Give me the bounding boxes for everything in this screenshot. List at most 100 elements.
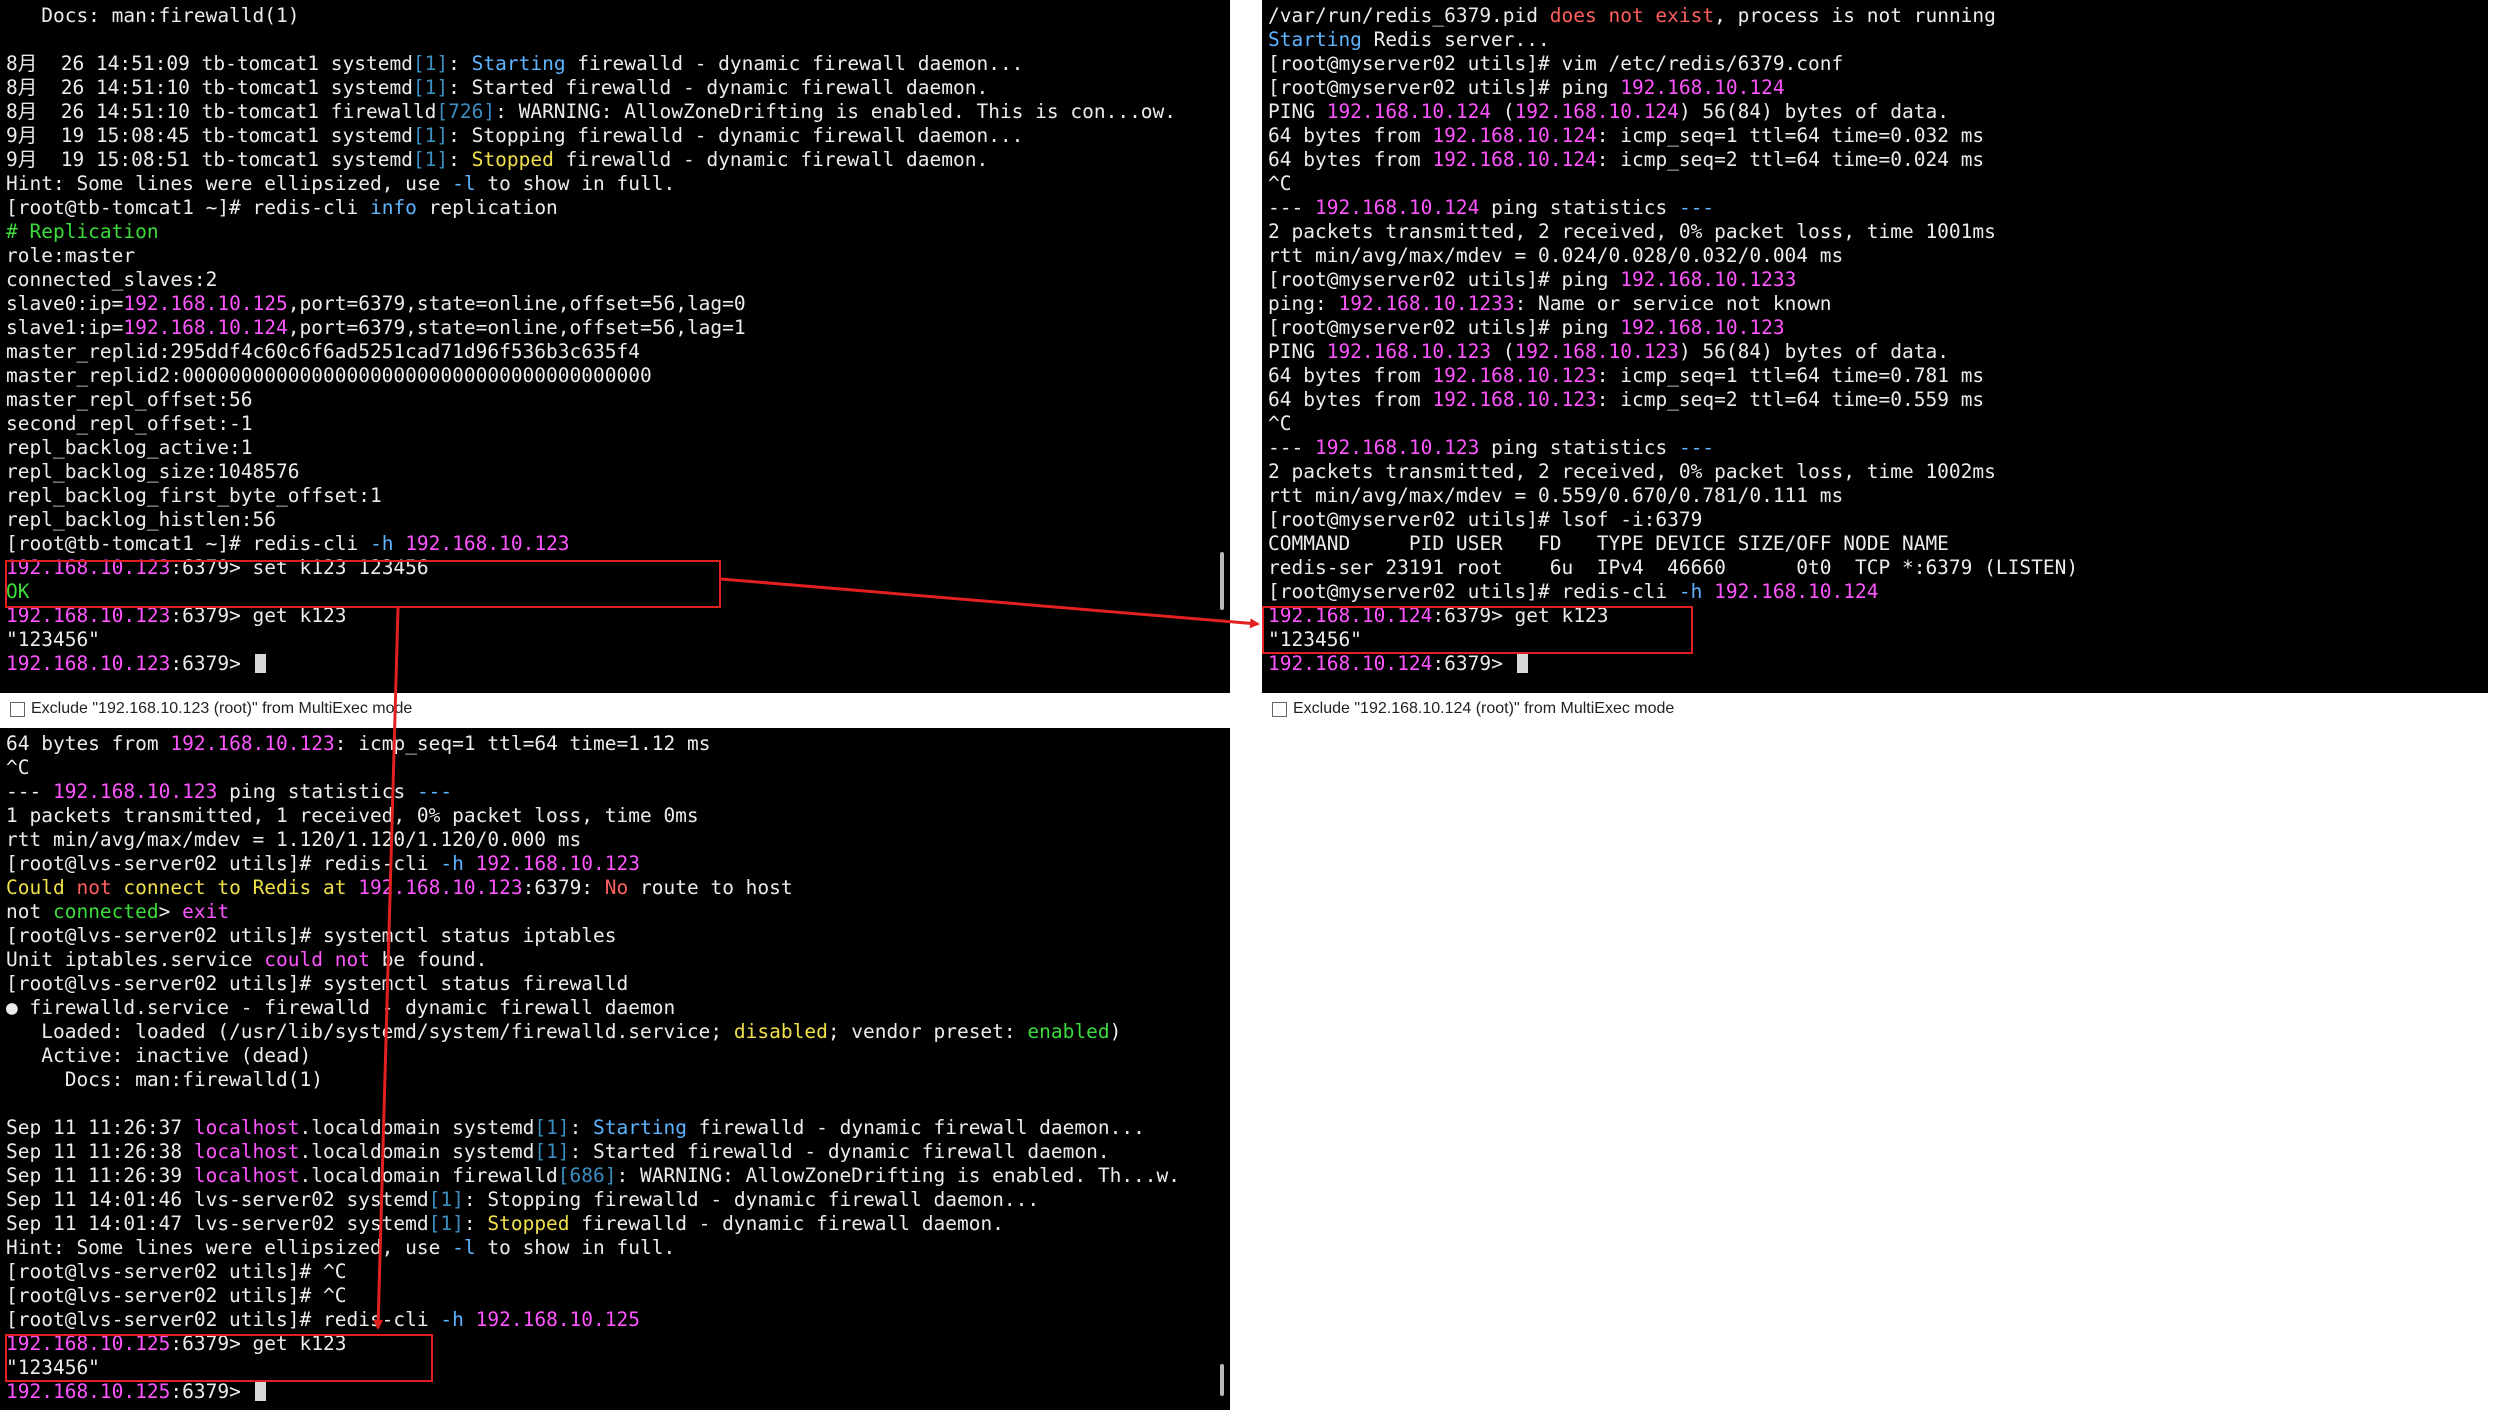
terminal-text: [root@lvs-server02 utils]# redis-cli: [6, 1308, 441, 1331]
terminal-text: Loaded: loaded (/usr/lib/systemd/system/…: [6, 1020, 734, 1043]
terminal-text: -h: [440, 852, 464, 875]
exclude-multiexec-123[interactable]: Exclude "192.168.10.123 (root)" from Mul…: [10, 696, 412, 722]
terminal-text: : icmp_seq=2 ttl=64 time=0.559 ms: [1596, 388, 1985, 411]
exclude-multiexec-124[interactable]: Exclude "192.168.10.124 (root)" from Mul…: [1272, 696, 1674, 722]
terminal-text: [1]: [412, 76, 449, 99]
scrollbar[interactable]: [1204, 0, 1230, 693]
terminal-pane-bottom-left[interactable]: 64 bytes from 192.168.10.123: icmp_seq=1…: [0, 728, 1230, 1410]
terminal-line: master_replid2:0000000000000000000000000…: [6, 364, 1204, 388]
terminal-output[interactable]: Docs: man:firewalld(1) 8月 26 14:51:09 tb-…: [0, 0, 1204, 693]
terminal-text: ,port=6379,state=online,offset=56,lag=1: [287, 316, 746, 339]
terminal-text: Active: inactive (dead): [6, 1044, 312, 1067]
terminal-line: repl_backlog_first_byte_offset:1: [6, 484, 1204, 508]
terminal-text: redis-ser 23191 root 6u IPv4 46660 0t0 T…: [1268, 556, 2079, 579]
terminal-text: 192.168.10.124: [1514, 100, 1679, 123]
terminal-text: :6379:: [522, 876, 605, 899]
terminal-text: : icmp_seq=1 ttl=64 time=0.781 ms: [1596, 364, 1985, 387]
terminal-line: COMMAND PID USER FD TYPE DEVICE SIZE/OFF…: [1268, 532, 2462, 556]
terminal-line: master_replid:295ddf4c60c6f6ad5251cad71d…: [6, 340, 1204, 364]
terminal-line: 9月 19 15:08:51 tb-tomcat1 systemd[1]: St…: [6, 148, 1204, 172]
terminal-text: .localdomain firewalld: [299, 1164, 558, 1187]
terminal-pane-top-right[interactable]: /var/run/redis_6379.pid does not exist, …: [1262, 0, 2488, 693]
terminal-line: # Replication: [6, 220, 1204, 244]
terminal-line: 192.168.10.125:6379>: [6, 1380, 1204, 1404]
terminal-pane-top-left[interactable]: Docs: man:firewalld(1) 8月 26 14:51:09 tb-…: [0, 0, 1230, 693]
terminal-text: 192.168.10.123: [6, 652, 171, 675]
terminal-line: slave0:ip=192.168.10.125,port=6379,state…: [6, 292, 1204, 316]
terminal-line: Docs: man:firewalld(1): [6, 1068, 1204, 1092]
terminal-text: "123456": [6, 628, 100, 651]
terminal-text: Redis server...: [1361, 28, 1550, 51]
terminal-text: :: [448, 52, 472, 75]
terminal-text: 192.168.10.123: [6, 604, 171, 627]
terminal-text: : Name or service not known: [1514, 292, 1832, 315]
terminal-line: 192.168.10.124:6379>: [1268, 652, 2462, 676]
terminal-line: --- 192.168.10.123 ping statistics ---: [6, 780, 1204, 804]
terminal-text: ; vendor preset:: [827, 1020, 1028, 1043]
terminal-text: 192.168.10.124: [1620, 76, 1785, 99]
scrollbar-thumb[interactable]: [1220, 552, 1224, 610]
terminal-text: ping statistics: [1479, 436, 1679, 459]
terminal-line: Hint: Some lines were ellipsized, use -l…: [6, 172, 1204, 196]
terminal-text: 192.168.10.124: [1268, 652, 1433, 675]
terminal-line: not connected> exit: [6, 900, 1204, 924]
terminal-text: 192.168.10.123: [52, 780, 218, 803]
terminal-text: "123456": [1268, 628, 1362, 651]
terminal-text: second_repl_offset:-1: [6, 412, 253, 435]
terminal-line: 64 bytes from 192.168.10.124: icmp_seq=2…: [1268, 148, 2462, 172]
terminal-text: : WARNING: AllowZoneDrifting is enabled.…: [616, 1164, 1181, 1187]
terminal-text: ---: [1678, 196, 1715, 219]
terminal-text: firewalld - dynamic firewall daemon.: [569, 1212, 1004, 1235]
terminal-text: [root@myserver02 utils]# ping: [1268, 268, 1621, 291]
scrollbar[interactable]: [2462, 0, 2488, 693]
terminal-text: 192.168.10.124: [1714, 580, 1879, 603]
terminal-text: PING: [1268, 340, 1327, 363]
terminal-cursor: [254, 1382, 266, 1401]
terminal-text: be found.: [369, 948, 488, 971]
terminal-line: 192.168.10.123:6379> get k123: [6, 604, 1204, 628]
terminal-text: [1]: [534, 1140, 570, 1163]
terminal-line: ● firewalld.service - firewalld - dynami…: [6, 996, 1204, 1020]
terminal-text: COMMAND PID USER FD TYPE DEVICE SIZE/OFF…: [1268, 532, 1949, 555]
exclude-label: Exclude "192.168.10.123 (root)" from Mul…: [31, 700, 413, 717]
scrollbar[interactable]: [1204, 728, 1230, 1410]
terminal-output[interactable]: 64 bytes from 192.168.10.123: icmp_seq=1…: [0, 728, 1204, 1410]
terminal-text: Sep 11 11:26:39: [6, 1164, 194, 1187]
terminal-text: 8月 26 14:51:09 tb-tomcat1 systemd: [6, 52, 413, 75]
scrollbar-thumb[interactable]: [1220, 1364, 1224, 1396]
terminal-text: Hint: Some lines were ellipsized, use: [6, 172, 453, 195]
terminal-line: 64 bytes from 192.168.10.123: icmp_seq=1…: [1268, 364, 2462, 388]
terminal-text: localhost: [193, 1164, 300, 1187]
exclude-checkbox[interactable]: [1272, 701, 1287, 717]
terminal-text: [686]: [557, 1164, 617, 1187]
terminal-text: info: [369, 196, 417, 219]
exclude-checkbox[interactable]: [10, 701, 25, 717]
terminal-line: redis-ser 23191 root 6u IPv4 46660 0t0 T…: [1268, 556, 2462, 580]
terminal-line: [root@lvs-server02 utils]# ^C: [6, 1260, 1204, 1284]
terminal-line: Sep 11 11:26:38 localhost.localdomain sy…: [6, 1140, 1204, 1164]
terminal-text: Starting: [1268, 28, 1362, 51]
terminal-line: Sep 11 14:01:46 lvs-server02 systemd[1]:…: [6, 1188, 1204, 1212]
terminal-text: [root@lvs-server02 utils]# redis-cli: [6, 852, 441, 875]
terminal-text: [root@myserver02 utils]# ping: [1268, 316, 1621, 339]
terminal-line: [root@tb-tomcat1 ~]# redis-cli info repl…: [6, 196, 1204, 220]
terminal-cursor: [1516, 654, 1528, 673]
terminal-output[interactable]: /var/run/redis_6379.pid does not exist, …: [1262, 0, 2462, 693]
terminal-text: ---: [1268, 436, 1315, 459]
terminal-text: route to host: [628, 876, 793, 899]
terminal-text: OK: [6, 580, 30, 603]
terminal-text: [root@lvs-server02 utils]# systemctl sta…: [6, 972, 629, 995]
terminal-text: -l: [452, 172, 476, 195]
terminal-line: ^C: [1268, 172, 2462, 196]
terminal-line: 8月 26 14:51:09 tb-tomcat1 systemd[1]: St…: [6, 52, 1204, 76]
terminal-line: rtt min/avg/max/mdev = 1.120/1.120/1.120…: [6, 828, 1204, 852]
terminal-text: 192.168.10.124: [1326, 100, 1492, 123]
terminal-text: [root@lvs-server02 utils]# ^C: [6, 1284, 347, 1307]
terminal-line: 2 packets transmitted, 2 received, 0% pa…: [1268, 460, 2462, 484]
terminal-line: Sep 11 11:26:37 localhost.localdomain sy…: [6, 1116, 1204, 1140]
terminal-text: , process is not running: [1714, 4, 1996, 27]
terminal-text: ^C: [1268, 172, 1292, 195]
terminal-text: ---: [416, 780, 453, 803]
